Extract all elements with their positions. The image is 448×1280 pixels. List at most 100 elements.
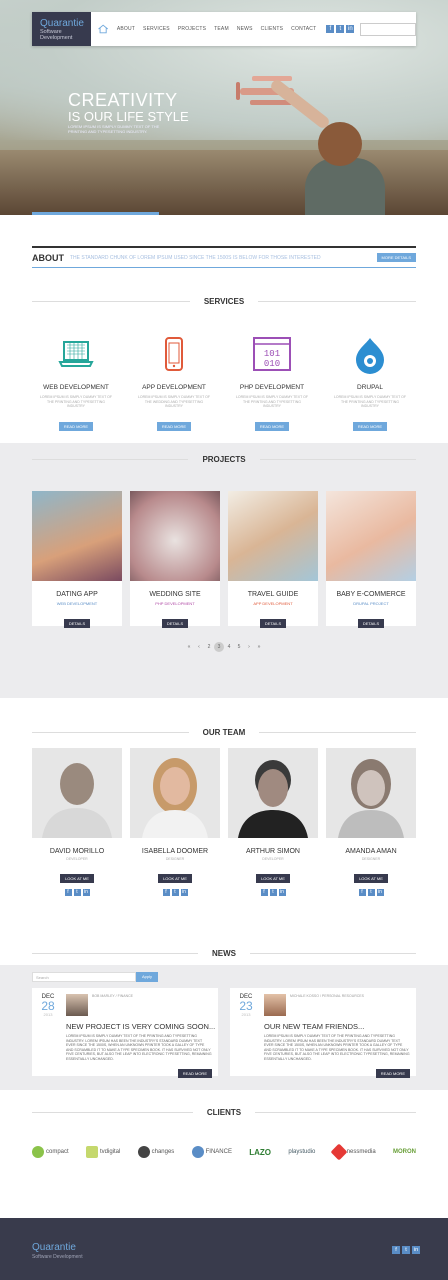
pager-page-active[interactable]: 3 — [214, 642, 224, 652]
logo[interactable]: Quarantie Software Development — [32, 12, 91, 46]
kid-body — [305, 158, 385, 215]
look-at-me-button[interactable]: LOOK AT ME — [256, 874, 290, 883]
client-name: MORON — [392, 1149, 416, 1155]
look-at-me-button[interactable]: LOOK AT ME — [354, 874, 388, 883]
client-logo[interactable]: nessmedia — [330, 1143, 376, 1161]
hero-title: CREATIVITY — [68, 90, 178, 110]
nav-team[interactable]: TEAM — [214, 26, 229, 32]
news-headline[interactable]: NEW PROJECT IS VERY COMING SOON... — [66, 1022, 215, 1031]
details-button[interactable]: DETAILS — [63, 619, 91, 628]
project-card[interactable]: WEDDING SITE PHP DEVELOPMENT DETAILS — [130, 491, 220, 628]
twitter-icon[interactable]: t — [402, 1246, 410, 1254]
details-button[interactable]: DETAILS — [161, 619, 189, 628]
news-author[interactable]: MICHALE KOSSO / PERSONAL RESOURCES — [290, 994, 364, 998]
service-app: APP DEVELOPMENT LOREM IPSUM IS SIMPLY DU… — [130, 336, 218, 433]
look-at-me-button[interactable]: LOOK AT ME — [60, 874, 94, 883]
pager-prev[interactable]: ‹ — [194, 642, 204, 652]
apply-button[interactable]: Apply — [136, 972, 158, 982]
hero-banner: Quarantie Software Development ABOUT SER… — [0, 0, 448, 215]
news-author[interactable]: BOB MARLEY / FINANCE — [92, 994, 133, 998]
projects-heading: PROJECTS — [32, 455, 416, 464]
member-photo — [326, 748, 416, 838]
facebook-icon[interactable]: f — [64, 889, 72, 896]
news-search-input[interactable]: Search — [32, 972, 136, 982]
client-name: changes — [151, 1149, 175, 1155]
linkedin-icon[interactable]: in — [82, 889, 90, 896]
member-role: DESIGNER — [165, 857, 185, 861]
linkedin-icon[interactable]: in — [346, 25, 355, 33]
linkedin-icon[interactable]: in — [278, 889, 286, 896]
client-logo[interactable]: tvdigital — [85, 1146, 120, 1158]
linkedin-icon[interactable]: in — [412, 1246, 420, 1254]
service-web: WEB DEVELOPMENT LOREM IPSUM IS SIMPLY DU… — [32, 336, 120, 433]
facebook-icon[interactable]: f — [260, 889, 268, 896]
client-logo[interactable]: MORON — [393, 1149, 416, 1155]
member-role: DEVELOPER — [262, 857, 284, 861]
service-name: APP DEVELOPMENT — [142, 384, 206, 391]
read-more-button[interactable]: READ MORE — [58, 421, 94, 431]
project-card[interactable]: DATING APP WEB DEVELOPMENT DETAILS — [32, 491, 122, 628]
read-more-button[interactable]: READ MORE — [352, 421, 388, 431]
facebook-icon[interactable]: f — [326, 25, 335, 33]
team-member: ISABELLA DOOMER DESIGNER LOOK AT ME f t in — [130, 748, 220, 896]
services-heading: SERVICES — [32, 297, 416, 306]
nav-about[interactable]: ABOUT — [117, 26, 135, 32]
read-more-button[interactable]: READ MORE — [177, 1069, 212, 1078]
details-button[interactable]: DETAILS — [357, 619, 385, 628]
facebook-icon[interactable]: f — [358, 889, 366, 896]
client-logo[interactable]: playstudio — [288, 1149, 315, 1155]
member-name: DAVID MORILLO — [49, 848, 105, 855]
pager-page[interactable]: 4 — [224, 642, 234, 652]
project-card[interactable]: BABY E-COMMERCE DRUPAL PROJECT DETAILS — [326, 491, 416, 628]
member-photo — [130, 748, 220, 838]
news-text: LOREM IPSUM IS SIMPLY DUMMY TEXT OF THE … — [264, 1034, 410, 1061]
pager-last[interactable]: » — [254, 642, 264, 652]
nav-clients[interactable]: CLIENTS — [261, 26, 284, 32]
pager-next[interactable]: › — [244, 642, 254, 652]
hero-accent-line — [32, 212, 159, 215]
facebook-icon[interactable]: f — [162, 889, 170, 896]
project-category: PHP DEVELOPMENT — [155, 601, 195, 606]
nav-services[interactable]: SERVICES — [143, 26, 170, 32]
twitter-icon[interactable]: t — [73, 889, 81, 896]
nav-projects[interactable]: PROJECTS — [178, 26, 206, 32]
pager-first[interactable]: « — [184, 642, 194, 652]
client-logo[interactable]: changes — [137, 1146, 175, 1158]
client-logo[interactable]: FINANCE — [191, 1146, 232, 1158]
client-logo[interactable]: LAZO — [249, 1148, 271, 1157]
twitter-icon[interactable]: t — [171, 889, 179, 896]
read-more-button[interactable]: READ MORE — [254, 421, 290, 431]
linkedin-icon[interactable]: in — [180, 889, 188, 896]
facebook-icon[interactable]: f — [392, 1246, 400, 1254]
client-mark — [191, 1146, 204, 1158]
projects-pagination: « ‹ 2 3 4 5 › » — [184, 642, 264, 652]
news-headline[interactable]: OUR NEW TEAM FRIENDS... — [264, 1022, 364, 1031]
look-at-me-button[interactable]: LOOK AT ME — [158, 874, 192, 883]
hero-subtitle: IS OUR LIFE STYLE — [68, 109, 189, 124]
twitter-icon[interactable]: t — [367, 889, 375, 896]
twitter-icon[interactable]: t — [269, 889, 277, 896]
project-card[interactable]: TRAVEL GUIDE APP DEVELOPMENT DETAILS — [228, 491, 318, 628]
nav-contact[interactable]: CONTACT — [291, 26, 316, 32]
more-details-button[interactable]: MORE DETAILS — [376, 253, 416, 262]
nav-news[interactable]: NEWS — [237, 26, 253, 32]
read-more-button[interactable]: READ MORE — [375, 1069, 410, 1078]
footer-logo[interactable]: Quarantie — [32, 1242, 76, 1253]
search-input[interactable] — [360, 22, 416, 36]
team-member: AMANDA AMAN DESIGNER LOOK AT ME f t in — [326, 748, 416, 896]
member-role: DESIGNER — [361, 857, 381, 861]
pager-page[interactable]: 5 — [234, 642, 244, 652]
project-image — [32, 491, 122, 581]
news-date: DEC 23 2013 — [236, 994, 256, 1017]
home-icon[interactable] — [97, 22, 109, 36]
client-logo[interactable]: compact — [32, 1146, 69, 1158]
service-name: WEB DEVELOPMENT — [43, 384, 109, 391]
pager-page[interactable]: 2 — [204, 642, 214, 652]
footer-tagline: Software Development — [32, 1254, 83, 1260]
about-bar: ABOUT THE STANDARD CHUNK OF LOREM IPSUM … — [32, 246, 416, 268]
svg-text:010: 010 — [264, 359, 280, 369]
read-more-button[interactable]: READ MORE — [156, 421, 192, 431]
twitter-icon[interactable]: t — [336, 25, 345, 33]
details-button[interactable]: DETAILS — [259, 619, 287, 628]
linkedin-icon[interactable]: in — [376, 889, 384, 896]
